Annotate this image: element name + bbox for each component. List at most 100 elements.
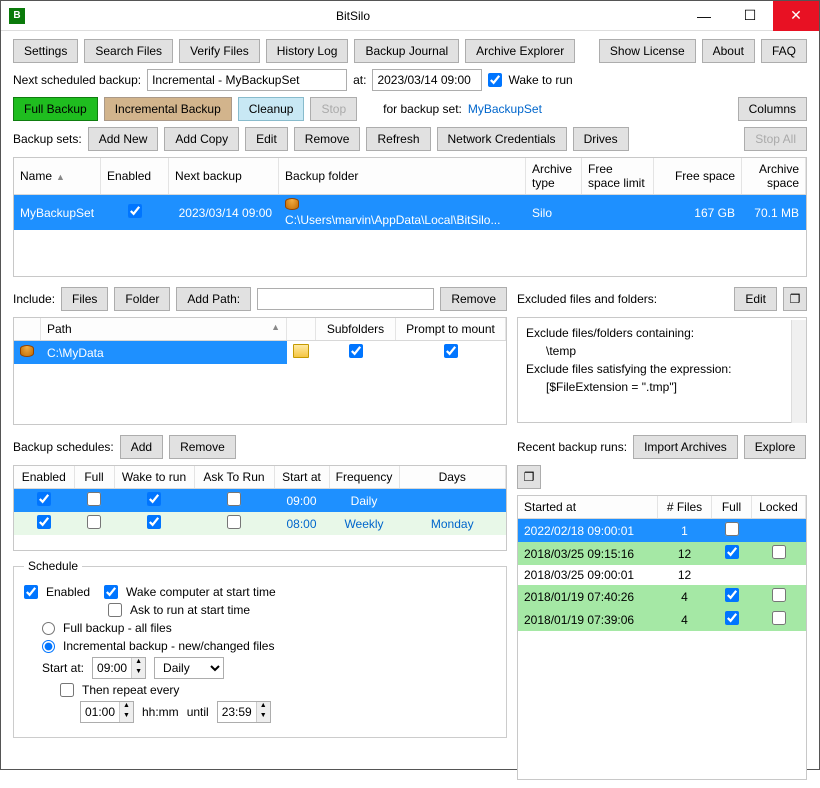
table-row[interactable]: MyBackupSet 2023/03/14 09:00 C:\Users\ma…: [14, 195, 806, 231]
col-sched-wake[interactable]: Wake to run: [114, 466, 194, 489]
add-copy-button[interactable]: Add Copy: [164, 127, 239, 151]
col-sched-freq[interactable]: Frequency: [329, 466, 399, 489]
add-new-button[interactable]: Add New: [88, 127, 159, 151]
refresh-button[interactable]: Refresh: [366, 127, 430, 151]
col-locked[interactable]: Locked: [752, 496, 806, 519]
col-sched-enabled[interactable]: Enabled: [14, 466, 74, 489]
archive-explorer-button[interactable]: Archive Explorer: [465, 39, 575, 63]
about-button[interactable]: About: [702, 39, 755, 63]
table-checkbox[interactable]: [725, 522, 739, 536]
until-spinner[interactable]: ▲▼: [217, 701, 271, 723]
table-checkbox[interactable]: [772, 611, 786, 625]
next-scheduled-time[interactable]: [372, 69, 482, 91]
minimize-button[interactable]: —: [681, 1, 727, 31]
exclude-popout-icon[interactable]: ❐: [783, 287, 807, 311]
include-folder-button[interactable]: Folder: [114, 287, 170, 311]
col-sched-full[interactable]: Full: [74, 466, 114, 489]
close-button[interactable]: ✕: [773, 1, 819, 31]
incremental-backup-radio[interactable]: [42, 640, 55, 653]
col-free-space-limit[interactable]: Free space limit: [582, 158, 654, 195]
schedule-wake-checkbox[interactable]: [104, 585, 118, 599]
table-row[interactable]: 2018/01/19 07:40:26 4: [518, 585, 806, 608]
include-files-button[interactable]: Files: [61, 287, 108, 311]
include-remove-button[interactable]: Remove: [440, 287, 507, 311]
table-row[interactable]: 2018/01/19 07:39:06 4: [518, 608, 806, 631]
schedules-table[interactable]: Enabled Full Wake to run Ask To Run Star…: [13, 465, 507, 551]
col-sched-start[interactable]: Start at: [274, 466, 329, 489]
table-checkbox[interactable]: [772, 545, 786, 559]
table-checkbox[interactable]: [227, 492, 241, 506]
faq-button[interactable]: FAQ: [761, 39, 807, 63]
col-sched-days[interactable]: Days: [399, 466, 506, 489]
columns-button[interactable]: Columns: [738, 97, 807, 121]
network-credentials-button[interactable]: Network Credentials: [437, 127, 567, 151]
table-row[interactable]: 2018/03/25 09:00:01 12: [518, 565, 806, 585]
incremental-backup-button[interactable]: Incremental Backup: [104, 97, 232, 121]
table-checkbox[interactable]: [87, 515, 101, 529]
start-at-spinner[interactable]: ▲▼: [92, 657, 146, 679]
table-row[interactable]: 2018/03/25 09:15:16 12: [518, 542, 806, 565]
full-backup-button[interactable]: Full Backup: [13, 97, 98, 121]
runs-popout-icon[interactable]: ❐: [517, 465, 541, 489]
remove-set-button[interactable]: Remove: [294, 127, 361, 151]
backup-sets-table[interactable]: Name▲ Enabled Next backup Backup folder …: [13, 157, 807, 277]
col-started-at[interactable]: Started at: [518, 496, 658, 519]
col-backup-folder[interactable]: Backup folder: [279, 158, 526, 195]
table-checkbox[interactable]: [227, 515, 241, 529]
table-checkbox[interactable]: [128, 204, 142, 218]
table-checkbox[interactable]: [725, 588, 739, 602]
scrollbar[interactable]: [791, 320, 806, 423]
import-archives-button[interactable]: Import Archives: [633, 435, 738, 459]
col-full[interactable]: Full: [712, 496, 752, 519]
runs-table[interactable]: Started at # Files Full Locked 2022/02/1…: [517, 495, 807, 780]
table-checkbox[interactable]: [772, 588, 786, 602]
col-subfolders[interactable]: Subfolders: [316, 318, 396, 341]
table-checkbox[interactable]: [147, 515, 161, 529]
next-scheduled-value[interactable]: [147, 69, 347, 91]
settings-button[interactable]: Settings: [13, 39, 78, 63]
col-enabled[interactable]: Enabled: [101, 158, 169, 195]
table-checkbox[interactable]: [444, 344, 458, 358]
table-checkbox[interactable]: [725, 545, 739, 559]
search-files-button[interactable]: Search Files: [84, 39, 173, 63]
col-next-backup[interactable]: Next backup: [169, 158, 279, 195]
exclude-edit-button[interactable]: Edit: [734, 287, 777, 311]
show-license-button[interactable]: Show License: [599, 39, 696, 63]
table-row[interactable]: 08:00 Weekly Monday: [14, 512, 506, 535]
schedule-add-button[interactable]: Add: [120, 435, 163, 459]
col-path[interactable]: Path: [47, 322, 72, 336]
col-sched-ask[interactable]: Ask To Run: [194, 466, 274, 489]
frequency-select[interactable]: Daily: [154, 657, 224, 679]
then-repeat-checkbox[interactable]: [60, 683, 74, 697]
table-checkbox[interactable]: [87, 492, 101, 506]
table-checkbox[interactable]: [37, 515, 51, 529]
table-row[interactable]: C:\MyData: [14, 341, 506, 365]
schedule-enabled-checkbox[interactable]: [24, 585, 38, 599]
full-backup-radio[interactable]: [42, 622, 55, 635]
table-checkbox[interactable]: [349, 344, 363, 358]
table-checkbox[interactable]: [147, 492, 161, 506]
add-path-button[interactable]: Add Path:: [176, 287, 251, 311]
drives-button[interactable]: Drives: [573, 127, 629, 151]
edit-set-button[interactable]: Edit: [245, 127, 288, 151]
cleanup-button[interactable]: Cleanup: [238, 97, 305, 121]
history-log-button[interactable]: History Log: [266, 39, 349, 63]
backup-set-name-link[interactable]: MyBackupSet: [468, 102, 542, 116]
table-checkbox[interactable]: [37, 492, 51, 506]
col-free-space[interactable]: Free space: [654, 158, 742, 195]
table-row[interactable]: 2022/02/18 09:00:01 1: [518, 519, 806, 543]
table-checkbox[interactable]: [725, 611, 739, 625]
schedule-remove-button[interactable]: Remove: [169, 435, 236, 459]
include-table[interactable]: Path▲ Subfolders Prompt to mount C:\MyDa…: [13, 317, 507, 425]
maximize-button[interactable]: ☐: [727, 1, 773, 31]
col-name[interactable]: Name: [20, 169, 52, 183]
repeat-interval-spinner[interactable]: ▲▼: [80, 701, 134, 723]
schedule-ask-checkbox[interactable]: [108, 603, 122, 617]
table-row[interactable]: 09:00 Daily: [14, 489, 506, 513]
col-prompt-mount[interactable]: Prompt to mount: [396, 318, 506, 341]
add-path-input[interactable]: [257, 288, 434, 310]
backup-journal-button[interactable]: Backup Journal: [354, 39, 459, 63]
col-archive-type[interactable]: Archive type: [526, 158, 582, 195]
col-archive-space[interactable]: Archive space: [742, 158, 806, 195]
wake-to-run-checkbox[interactable]: [488, 73, 502, 87]
